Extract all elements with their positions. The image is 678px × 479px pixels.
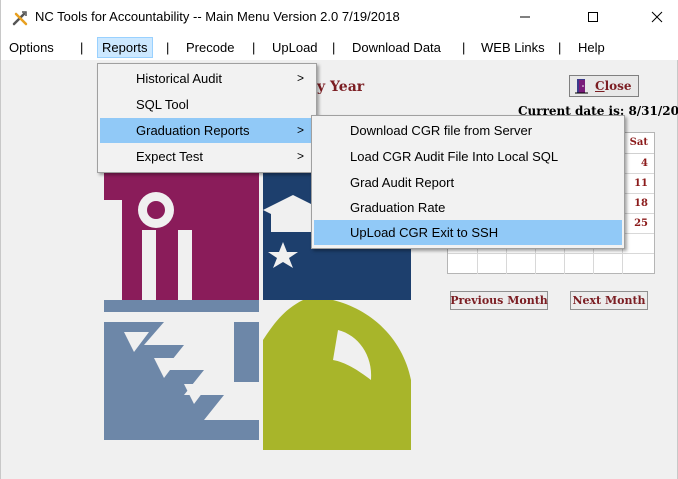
menu-separator: |: [252, 40, 256, 55]
menu-upload[interactable]: UpLoad: [272, 38, 318, 57]
graduation-reports-submenu: Download CGR file from Server Load CGR A…: [311, 115, 625, 249]
reports-dropdown: Historical Audit > SQL Tool Graduation R…: [97, 63, 317, 173]
calendar-day[interactable]: 11: [634, 178, 648, 189]
menu-item-graduation-rate[interactable]: Graduation Rate: [314, 195, 622, 220]
minimize-button[interactable]: [503, 0, 547, 34]
menu-download-data[interactable]: Download Data: [352, 38, 441, 57]
calendar-header-sat: Sat: [629, 137, 648, 148]
menu-item-sql-tool[interactable]: SQL Tool: [100, 92, 314, 117]
maroon-logo-tile: [104, 170, 259, 300]
door-icon: [575, 79, 588, 94]
maximize-icon: [588, 12, 598, 22]
close-button-label: Close: [595, 79, 632, 93]
menu-item-grad-audit-report[interactable]: Grad Audit Report: [314, 170, 622, 195]
calendar-day[interactable]: 25: [634, 218, 648, 229]
submenu-arrow-icon: >: [296, 149, 304, 163]
window-title: NC Tools for Accountability -- Main Menu…: [35, 9, 400, 24]
previous-month-button[interactable]: Previous Month: [450, 291, 548, 310]
menu-item-graduation-reports[interactable]: Graduation Reports >: [100, 118, 314, 143]
submenu-arrow-icon: >: [296, 123, 304, 137]
submenu-arrow-icon: >: [296, 71, 304, 85]
close-icon: [651, 11, 663, 23]
minimize-icon: [520, 16, 530, 18]
maximize-button[interactable]: [571, 0, 615, 34]
calendar-title-fragment: y Year: [317, 79, 365, 95]
menu-precode[interactable]: Precode: [186, 38, 234, 57]
menu-item-download-cgr-file[interactable]: Download CGR file from Server: [314, 118, 622, 143]
menu-bar: Options | Reports | Precode | UpLoad | D…: [1, 34, 678, 60]
title-bar: NC Tools for Accountability -- Main Menu…: [1, 0, 678, 34]
menu-item-historical-audit[interactable]: Historical Audit >: [100, 66, 314, 91]
next-month-button[interactable]: Next Month: [570, 291, 648, 310]
menu-options[interactable]: Options: [9, 38, 54, 57]
menu-separator: |: [332, 40, 336, 55]
close-window-button[interactable]: [635, 0, 678, 34]
menu-separator: |: [166, 40, 170, 55]
tools-icon: [12, 11, 28, 26]
lime-logo-tile: [263, 300, 411, 450]
calendar-day[interactable]: 18: [634, 198, 648, 209]
calendar-day[interactable]: 4: [641, 158, 648, 169]
menu-separator: |: [80, 40, 84, 55]
menu-item-load-cgr-audit-file[interactable]: Load CGR Audit File Into Local SQL: [314, 144, 622, 169]
menu-help[interactable]: Help: [578, 38, 605, 57]
menu-separator: |: [558, 40, 562, 55]
menu-item-upload-cgr-exit-ssh[interactable]: UpLoad CGR Exit to SSH: [314, 220, 622, 245]
close-button[interactable]: Close: [569, 75, 639, 97]
menu-separator: |: [462, 40, 466, 55]
menu-item-expect-test[interactable]: Expect Test >: [100, 144, 314, 169]
menu-web-links[interactable]: WEB Links: [481, 38, 545, 57]
slate-logo-tile: [104, 300, 259, 450]
menu-reports[interactable]: Reports: [97, 37, 153, 58]
main-window: NC Tools for Accountability -- Main Menu…: [0, 0, 678, 479]
